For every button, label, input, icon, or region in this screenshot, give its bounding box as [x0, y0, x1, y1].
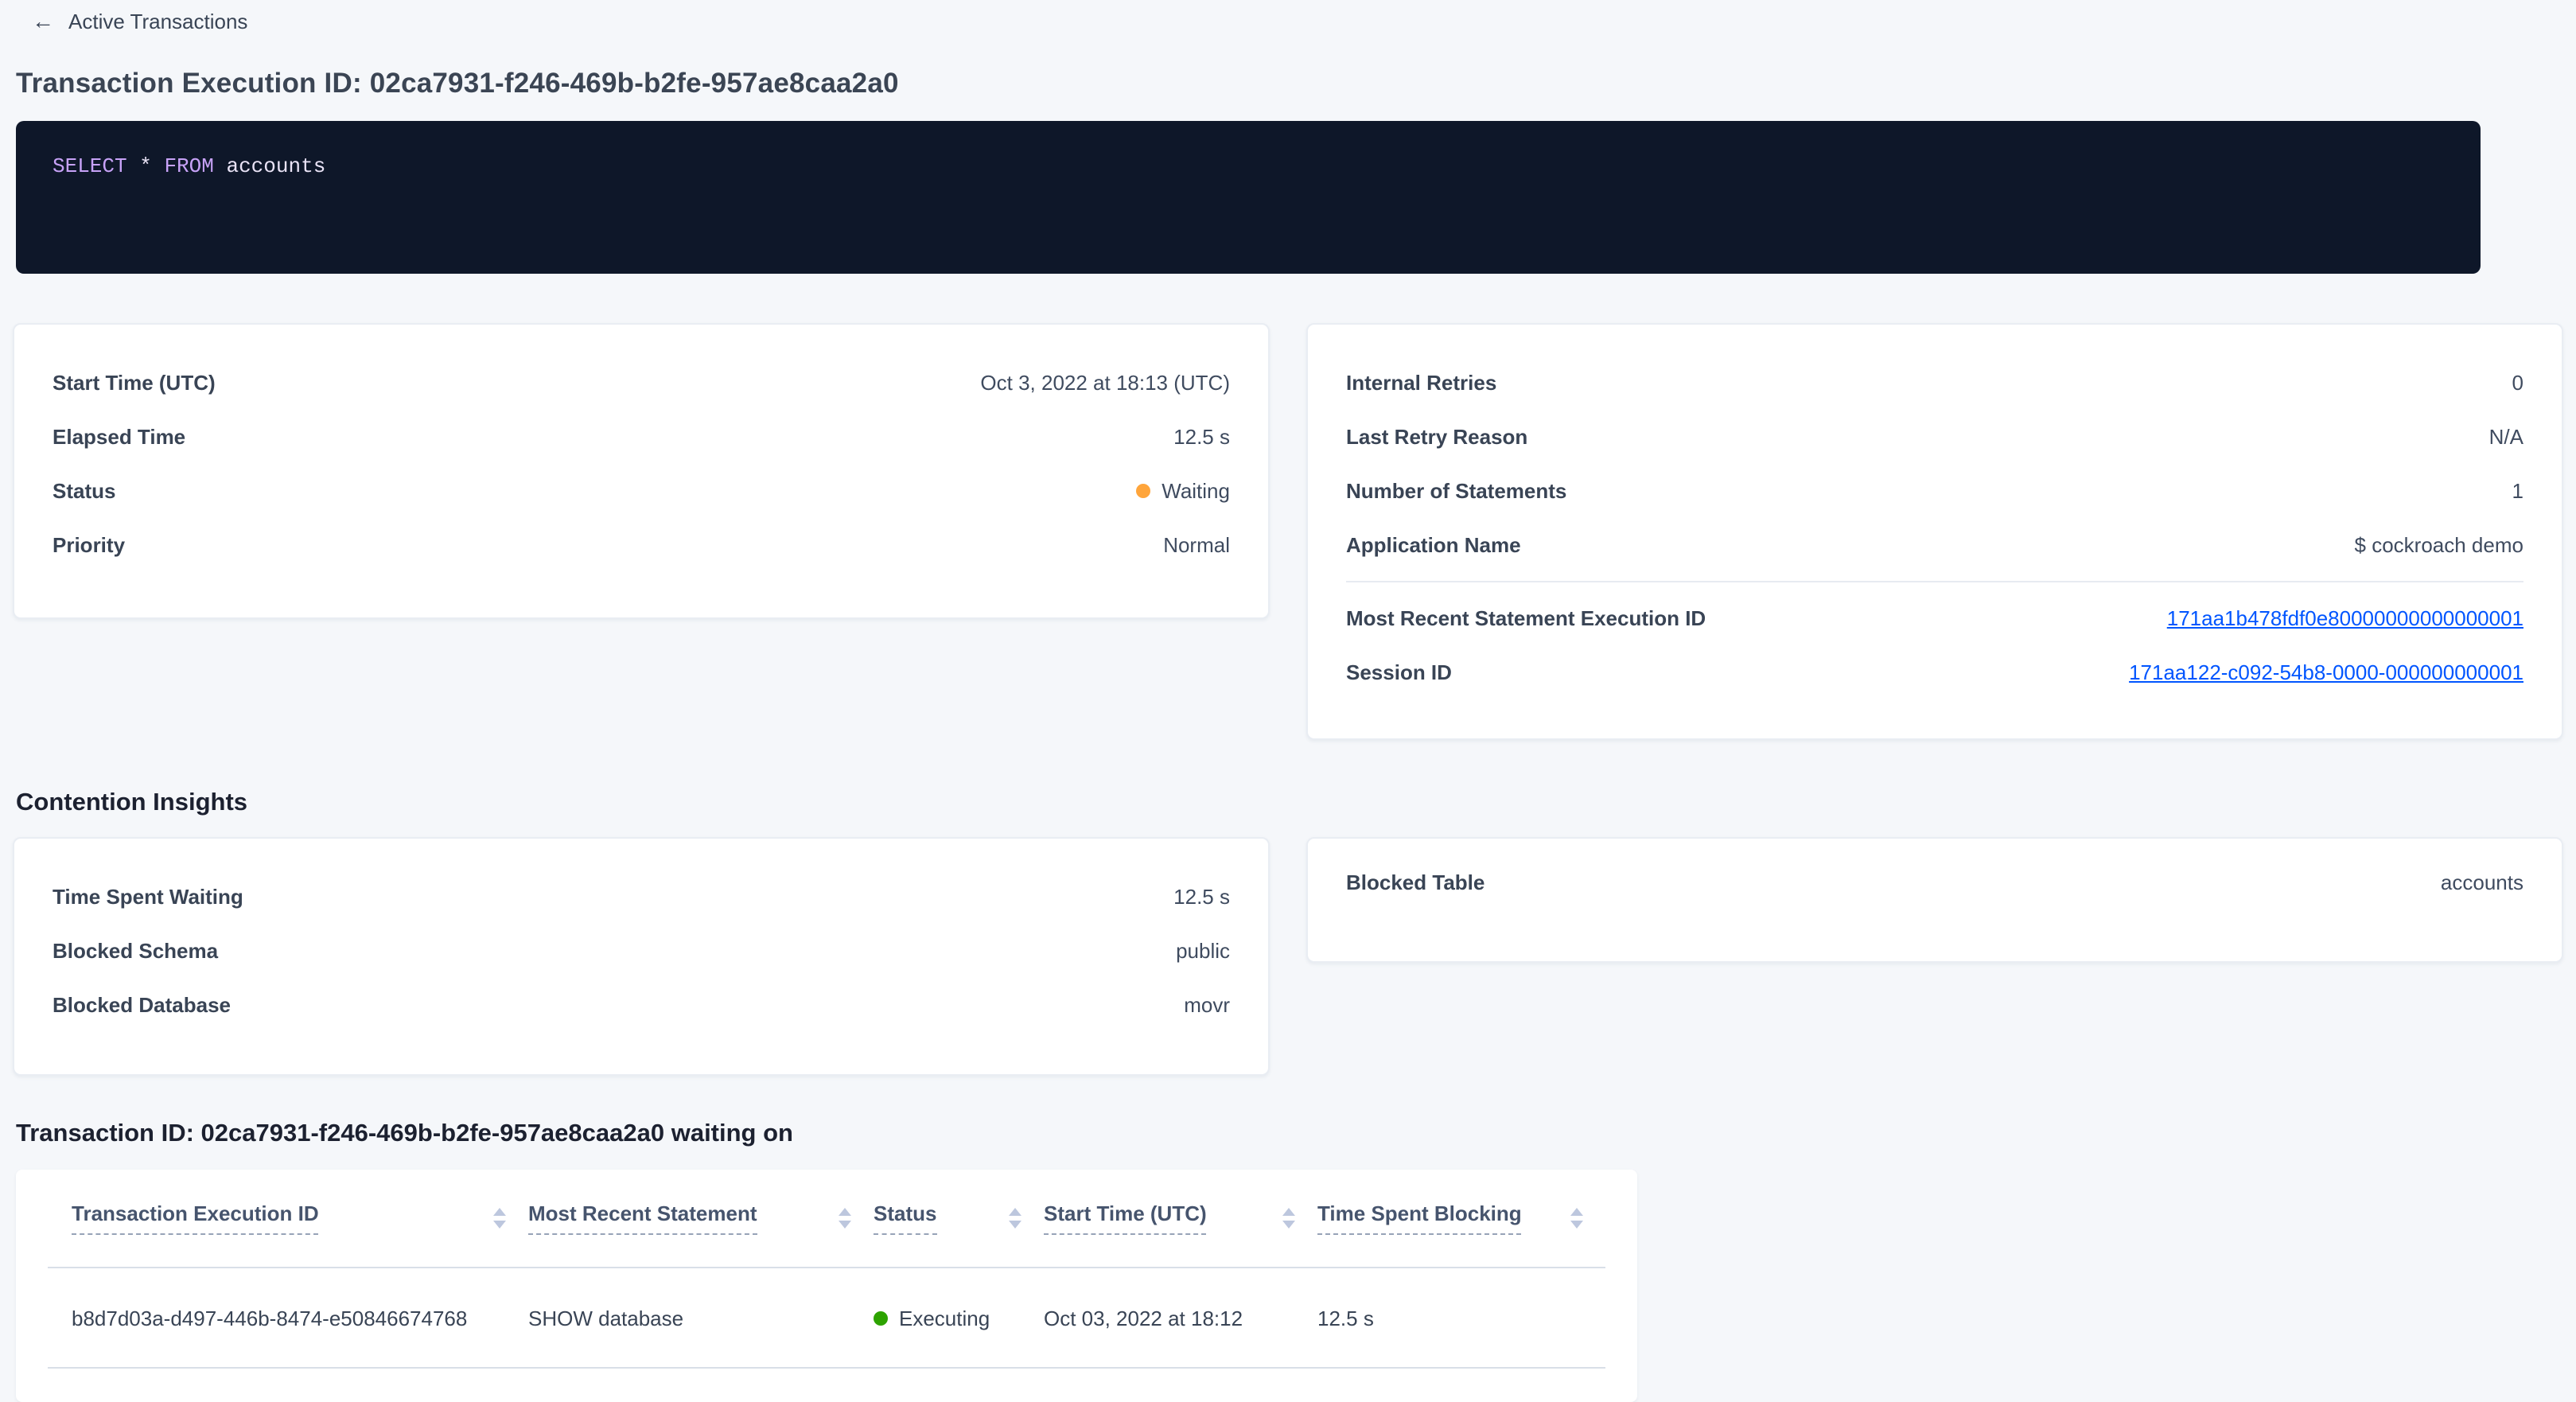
kv-row-number-of-statements: Number of Statements 1: [1346, 463, 2523, 517]
sort-icon[interactable]: [839, 1208, 851, 1229]
column-header-label: Transaction Execution ID: [72, 1201, 319, 1235]
sql-keyword-from: FROM: [164, 154, 213, 178]
kv-label: Number of Statements: [1346, 478, 1566, 502]
kv-label: Last Retry Reason: [1346, 424, 1527, 448]
kv-label: Internal Retries: [1346, 370, 1496, 394]
status-text: Waiting: [1162, 478, 1230, 502]
status-badge: Waiting: [1136, 478, 1230, 502]
arrow-left-icon: ←: [32, 10, 54, 32]
column-header-label: Time Spent Blocking: [1317, 1201, 1522, 1235]
kv-row-application-name: Application Name $ cockroach demo: [1346, 517, 2523, 571]
overview-cards-row: Start Time (UTC) Oct 3, 2022 at 18:13 (U…: [13, 323, 2576, 740]
cell-transaction-execution-id: b8d7d03a-d497-446b-8474-e50846674768: [72, 1306, 528, 1330]
kv-label: Blocked Database: [53, 992, 231, 1016]
kv-row-status: Status Waiting: [53, 463, 1230, 517]
column-header-start-time[interactable]: Start Time (UTC): [1044, 1201, 1317, 1235]
cell-most-recent-statement: SHOW database: [528, 1306, 874, 1330]
sort-icon[interactable]: [1570, 1208, 1583, 1229]
card-divider: [1346, 581, 2523, 582]
kv-row-blocked-table: Blocked Table accounts: [1346, 855, 2523, 909]
contention-right-card: Blocked Table accounts: [1306, 837, 2563, 963]
kv-row-blocked-database: Blocked Database movr: [53, 977, 1230, 1031]
kv-value: 0: [2512, 370, 2523, 394]
topbar: ← Active Transactions: [0, 0, 2576, 37]
page-title: Transaction Execution ID: 02ca7931-f246-…: [16, 67, 2560, 100]
statement-execution-id-link[interactable]: 171aa1b478fdf0e80000000000000001: [2167, 606, 2523, 629]
back-link-active-transactions[interactable]: ← Active Transactions: [32, 9, 247, 33]
status-executing-dot-icon: [874, 1310, 888, 1325]
status-waiting-dot-icon: [1136, 483, 1150, 497]
overview-right-card: Internal Retries 0 Last Retry Reason N/A…: [1306, 323, 2563, 740]
sql-star: *: [127, 154, 165, 178]
kv-value: 12.5 s: [1173, 424, 1230, 448]
column-header-label: Status: [874, 1201, 936, 1235]
kv-label: Start Time (UTC): [53, 370, 216, 394]
sql-table-name: accounts: [214, 154, 325, 178]
waiting-on-table: Transaction Execution ID Most Recent Sta…: [16, 1170, 1637, 1402]
column-header-status[interactable]: Status: [874, 1201, 1044, 1235]
kv-label: Blocked Schema: [53, 938, 218, 962]
sql-statement-box: SELECT * FROM accounts: [16, 121, 2481, 274]
kv-value: Normal: [1163, 532, 1230, 556]
table-row: b8d7d03a-d497-446b-8474-e50846674768 SHO…: [48, 1268, 1605, 1369]
back-link-label: Active Transactions: [68, 9, 247, 33]
waiting-on-heading: Transaction ID: 02ca7931-f246-469b-b2fe-…: [16, 1120, 2576, 1149]
kv-row-last-retry-reason: Last Retry Reason N/A: [1346, 409, 2523, 463]
kv-label: Application Name: [1346, 532, 1521, 556]
overview-left-card: Start Time (UTC) Oct 3, 2022 at 18:13 (U…: [13, 323, 1270, 619]
kv-label: Status: [53, 478, 115, 502]
kv-label: Session ID: [1346, 660, 1452, 683]
kv-row-start-time: Start Time (UTC) Oct 3, 2022 at 18:13 (U…: [53, 355, 1230, 409]
column-header-most-recent-statement[interactable]: Most Recent Statement: [528, 1201, 874, 1235]
kv-row-blocked-schema: Blocked Schema public: [53, 923, 1230, 977]
contention-left-card: Time Spent Waiting 12.5 s Blocked Schema…: [13, 837, 1270, 1076]
kv-label: Most Recent Statement Execution ID: [1346, 606, 1706, 629]
sql-keyword-select: SELECT: [53, 154, 127, 178]
kv-label: Elapsed Time: [53, 424, 185, 448]
kv-value: 12.5 s: [1173, 884, 1230, 908]
column-header-transaction-execution-id[interactable]: Transaction Execution ID: [72, 1201, 528, 1235]
kv-value: movr: [1184, 992, 1230, 1016]
contention-insights-heading: Contention Insights: [16, 789, 2576, 818]
kv-label: Blocked Table: [1346, 870, 1485, 894]
column-header-label: Start Time (UTC): [1044, 1201, 1207, 1235]
column-header-time-spent-blocking[interactable]: Time Spent Blocking: [1317, 1201, 1605, 1235]
kv-value: public: [1176, 938, 1230, 962]
kv-value: 1: [2512, 478, 2523, 502]
sort-icon[interactable]: [1282, 1208, 1295, 1229]
kv-row-priority: Priority Normal: [53, 517, 1230, 571]
transaction-details-page: ← Active Transactions Transaction Execut…: [0, 0, 2576, 1365]
kv-row-internal-retries: Internal Retries 0: [1346, 355, 2523, 409]
kv-row-session-id: Session ID 171aa122-c092-54b8-0000-00000…: [1346, 645, 2523, 699]
sort-icon[interactable]: [1009, 1208, 1021, 1229]
cell-status: Executing: [874, 1306, 1044, 1330]
session-id-link[interactable]: 171aa122-c092-54b8-0000-000000000001: [2129, 660, 2523, 683]
kv-row-statement-execution-id: Most Recent Statement Execution ID 171aa…: [1346, 590, 2523, 645]
column-header-label: Most Recent Statement: [528, 1201, 757, 1235]
kv-value: $ cockroach demo: [2355, 532, 2523, 556]
sort-icon[interactable]: [493, 1208, 506, 1229]
kv-row-time-spent-waiting: Time Spent Waiting 12.5 s: [53, 869, 1230, 923]
contention-cards-row: Time Spent Waiting 12.5 s Blocked Schema…: [13, 837, 2576, 1076]
kv-value: Oct 3, 2022 at 18:13 (UTC): [980, 370, 1230, 394]
table-header-row: Transaction Execution ID Most Recent Sta…: [48, 1170, 1605, 1268]
kv-row-elapsed-time: Elapsed Time 12.5 s: [53, 409, 1230, 463]
kv-value: N/A: [2489, 424, 2523, 448]
status-badge: Executing: [874, 1306, 990, 1330]
kv-label: Time Spent Waiting: [53, 884, 243, 908]
cell-start-time: Oct 03, 2022 at 18:12: [1044, 1306, 1317, 1330]
status-text: Executing: [899, 1306, 990, 1330]
cell-time-spent-blocking: 12.5 s: [1317, 1306, 1605, 1330]
kv-value: accounts: [2441, 870, 2523, 894]
kv-label: Priority: [53, 532, 125, 556]
